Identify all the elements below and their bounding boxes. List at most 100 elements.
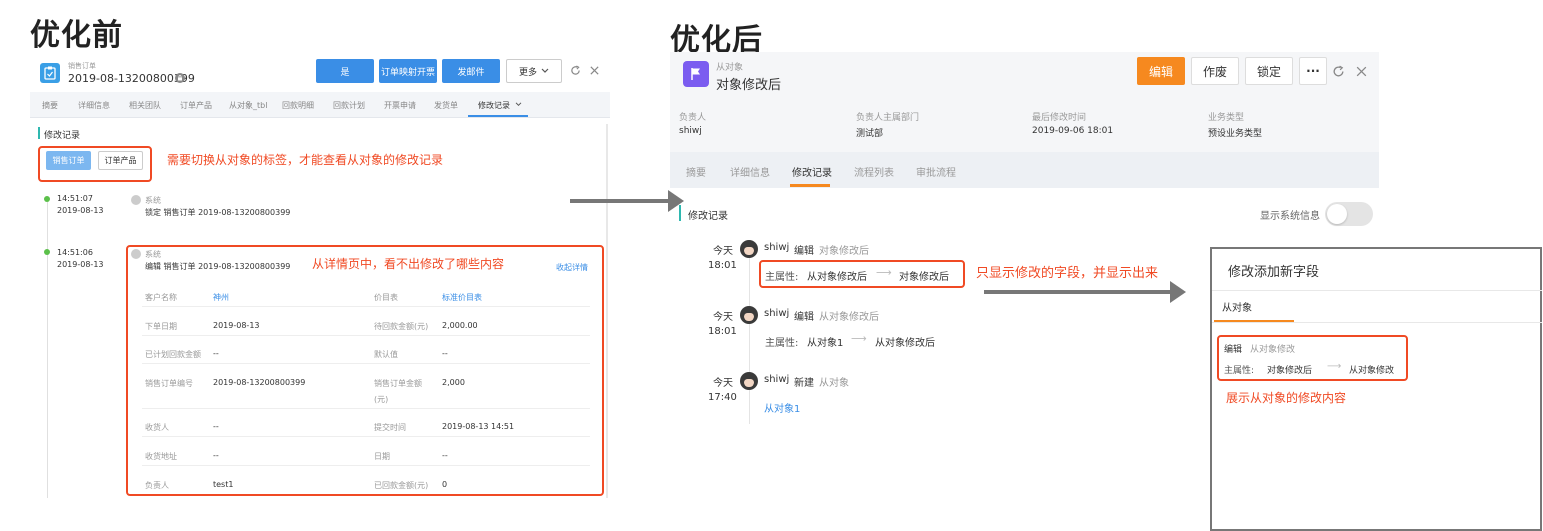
field-label: 已回款金额(元) (374, 481, 429, 490)
record-link[interactable]: 从对象1 (764, 400, 800, 415)
lock-button[interactable]: 锁定 (1245, 57, 1293, 85)
timeline-line (47, 202, 48, 498)
toggle-knob (1327, 204, 1347, 224)
avatar (740, 306, 758, 324)
timeline-date: 2019-08-13 (57, 206, 104, 215)
record-user: shiwj (764, 242, 790, 253)
scrollbar[interactable] (606, 124, 608, 498)
refresh-icon[interactable] (1332, 65, 1345, 78)
active-tab-indicator (468, 115, 528, 117)
refresh-icon[interactable] (570, 65, 581, 76)
tab-order-product[interactable]: 订单产品 (180, 100, 212, 111)
record-day: 今天 (713, 246, 733, 257)
field-value: -- (213, 451, 219, 460)
chip-order-product[interactable]: 订单产品 (98, 151, 143, 170)
change-to: 从对象修改后 (875, 338, 935, 349)
field-value[interactable]: 标准价目表 (442, 292, 482, 303)
before-note-2: 从详情页中，看不出修改了哪些内容 (312, 257, 505, 271)
edit-button[interactable]: 编辑 (1137, 57, 1185, 85)
before-heading: 优化前 (30, 18, 123, 53)
field-value[interactable]: 神州 (213, 292, 229, 303)
info-label: 负责人 (679, 113, 707, 123)
tab-payment-plan[interactable]: 回款计划 (333, 100, 365, 111)
field-label: 收货地址 (145, 452, 177, 461)
tab-approval-flow[interactable]: 审批流程 (916, 164, 956, 179)
close-icon[interactable] (1355, 65, 1368, 78)
toggle-label: 显示系统信息 (1260, 211, 1320, 222)
tab-delivery[interactable]: 发货单 (434, 100, 458, 111)
arrow-right-icon: ⟶ (876, 266, 892, 279)
field-label: 提交时间 (374, 423, 406, 432)
chip-sales-order[interactable]: 销售订单 (46, 151, 91, 170)
system-user-icon (131, 249, 141, 259)
order-invoice-button[interactable]: 订单映射开票 (379, 59, 437, 83)
field-label: 已计划回款金额 (145, 350, 201, 359)
arrow-head-icon (1170, 281, 1186, 303)
divider (142, 306, 590, 307)
record-target: 从对象修改后 (819, 312, 879, 323)
field-label: 待回款金额(元) (374, 322, 429, 331)
field-value: 0 (442, 480, 448, 489)
record-day: 今天 (713, 312, 733, 323)
divider (142, 363, 590, 364)
field-value: 2,000.00 (442, 321, 478, 330)
timeline-dot (44, 196, 50, 202)
divider (142, 436, 590, 437)
tab-details[interactable]: 详细信息 (78, 100, 110, 111)
record-day: 今天 (713, 378, 733, 389)
before-section-title: 修改记录 (44, 131, 81, 141)
change-field: 主属性: (765, 338, 799, 349)
record-time: 18:01 (708, 260, 737, 271)
panel-from: 对象修改后 (1267, 366, 1313, 376)
arrow-right-icon: ⟶ (851, 332, 867, 345)
field-label: 下单日期 (145, 322, 177, 331)
lock-icon (175, 73, 185, 83)
timeline-date: 2019-08-13 (57, 260, 104, 269)
panel-to: 从对象修改 (1349, 366, 1395, 376)
record-action: 编辑 (794, 246, 814, 257)
collapse-link[interactable]: 收起详情 (556, 262, 588, 273)
panel-title: 修改添加新字段 (1228, 265, 1320, 280)
field-change-panel: 修改添加新字段 从对象 编辑 从对象修改 主属性: 对象修改后 ⟶ 从对象修改 … (1210, 247, 1542, 531)
tab-summary[interactable]: 摘要 (42, 100, 58, 111)
info-value: 测试部 (856, 129, 884, 139)
arrow-line (984, 290, 1172, 294)
panel-tab[interactable]: 从对象 (1222, 299, 1252, 314)
before-note-1: 需要切换从对象的标签，才能查看从对象的修改记录 (167, 153, 444, 167)
field-value: 2019-08-13200800399 (213, 378, 306, 387)
after-tab-bar: 摘要 详细信息 修改记录 流程列表 审批流程 (670, 152, 1379, 188)
yes-button[interactable]: 是 (316, 59, 374, 83)
divider (1212, 322, 1542, 323)
field-label: 收货人 (145, 423, 169, 432)
tab-payment-detail[interactable]: 回款明细 (282, 100, 314, 111)
system-info-toggle[interactable] (1325, 202, 1373, 226)
timeline-time: 14:51:07 (57, 194, 93, 203)
tab-process-list[interactable]: 流程列表 (854, 164, 894, 179)
more-button[interactable]: 更多 (506, 59, 562, 83)
close-icon[interactable] (589, 65, 600, 76)
field-value: -- (442, 349, 448, 358)
send-mail-button[interactable]: 发邮件 (442, 59, 500, 83)
panel-target: 从对象修改 (1250, 345, 1296, 355)
tab-sub-object[interactable]: 从对象_tbl (229, 100, 267, 111)
tab-details[interactable]: 详细信息 (730, 164, 770, 179)
tab-summary[interactable]: 摘要 (686, 164, 706, 179)
timeline-user: 系统 (145, 250, 161, 259)
info-label: 业务类型 (1208, 113, 1245, 123)
tab-change-log[interactable]: 修改记录 (792, 164, 832, 179)
timeline-time: 14:51:06 (57, 248, 93, 257)
field-label: 销售订单金额 (374, 379, 422, 388)
flag-icon (683, 61, 709, 87)
more-button[interactable]: ··· (1299, 57, 1327, 85)
field-value: -- (213, 349, 219, 358)
void-button[interactable]: 作废 (1191, 57, 1239, 85)
tab-invoice[interactable]: 开票申请 (384, 100, 416, 111)
detail-highlight-box (126, 245, 604, 496)
section-marker (679, 205, 681, 221)
tab-change-log[interactable]: 修改记录 (478, 100, 510, 111)
active-tab-indicator (790, 184, 830, 187)
tab-team[interactable]: 相关团队 (129, 100, 161, 111)
field-label: 价目表 (374, 293, 398, 302)
timeline-line (749, 252, 750, 424)
record-user: shiwj (764, 374, 790, 385)
